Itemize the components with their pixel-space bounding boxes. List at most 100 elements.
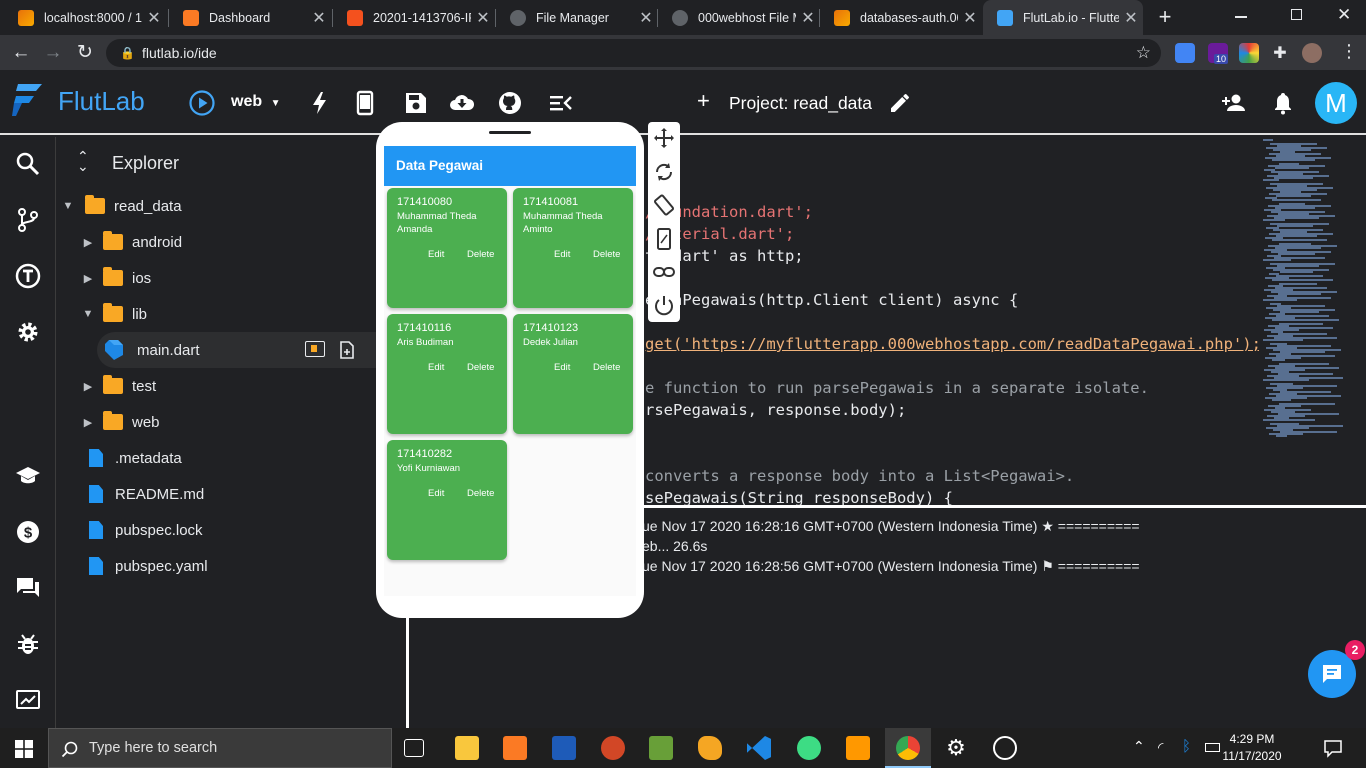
color-picker-extension-icon[interactable] [1239,43,1259,63]
close-icon[interactable]: ✕ [958,8,982,28]
settings-gear-icon[interactable] [14,318,42,346]
battery-icon[interactable] [1205,743,1220,752]
close-icon[interactable]: ✕ [796,8,820,28]
profile-avatar[interactable] [1302,43,1322,63]
device-frame-icon[interactable] [652,227,676,251]
window-close-icon[interactable]: ✕ [1337,5,1351,25]
tree-item-read-data[interactable]: ▼ read_data [57,188,407,224]
word-icon[interactable] [552,736,576,760]
edit-button[interactable]: Edit [428,488,444,499]
tree-item-readme[interactable]: README.md [57,476,407,512]
file-explorer-icon[interactable] [455,736,479,760]
browser-tab-localhost[interactable]: localhost:8000 / 1.. ✕ [4,0,166,35]
code-minimap[interactable] [1259,137,1366,505]
add-person-icon[interactable] [1221,90,1247,116]
testing-t-icon[interactable] [14,262,42,290]
dbeaver-icon[interactable] [698,736,722,760]
employee-card[interactable]: 171410080 Muhammad Theda Amanda Edit Del… [387,188,507,308]
move-arrows-icon[interactable] [652,126,676,150]
delete-button[interactable]: Delete [593,249,620,260]
tree-item-web[interactable]: ▶ web [57,404,407,440]
edit-button[interactable]: Edit [428,362,444,373]
windows-start-icon[interactable] [15,740,33,758]
taskbar-clock[interactable]: 4:29 PM 11/17/2020 [1222,731,1282,765]
close-icon[interactable]: ✕ [471,8,495,28]
taskbar-search-input[interactable]: Type here to search [48,728,392,768]
vscode-icon[interactable] [747,736,771,760]
lightning-hot-reload-icon[interactable] [307,90,333,116]
sublime-text-icon[interactable] [846,736,870,760]
tree-item-android[interactable]: ▶ android [57,224,407,260]
minimize-icon[interactable] [1235,16,1247,18]
tree-item-lib[interactable]: ▼ lib [57,296,407,332]
collapse-expand-icon[interactable]: ⌃ ⌄ [77,149,89,173]
user-avatar[interactable]: M [1315,82,1357,124]
employee-card[interactable]: 171410282 Yofi Kurniawan Edit Delete [387,440,507,560]
close-icon[interactable]: ✕ [142,8,166,28]
browser-tab-file-manager[interactable]: File Manager ✕ [496,0,658,35]
task-view-icon[interactable] [404,739,424,757]
add-icon[interactable]: + [697,88,710,114]
edit-pencil-icon[interactable] [888,91,912,115]
cloud-download-icon[interactable] [449,90,475,116]
close-icon[interactable]: ✕ [634,8,658,28]
tree-item-metadata[interactable]: .metadata [57,440,407,476]
school-cap-icon[interactable] [14,462,42,490]
browser-tab-databases[interactable]: databases-auth.00 ✕ [820,0,982,35]
link-icon[interactable] [652,260,676,284]
source-control-branch-icon[interactable] [14,206,42,234]
dollar-billing-icon[interactable]: $ [14,518,42,546]
reload-icon[interactable]: ↻ [72,40,98,66]
browser-tab-20201[interactable]: 20201-1413706-IF ✕ [333,0,495,35]
forward-arrow-icon[interactable]: → [40,40,66,66]
employee-card[interactable]: 171410123 Dedek Julian Edit Delete [513,314,633,434]
extensions-puzzle-icon[interactable]: ✚ [1270,43,1290,63]
chevron-up-icon[interactable]: ⌃ [1133,738,1145,755]
employee-card[interactable]: 171410116 Aris Budiman Edit Delete [387,314,507,434]
lambda-app-icon[interactable] [649,736,673,760]
image-file-action-icon[interactable] [305,341,325,357]
bluetooth-icon[interactable]: ᛒ [1182,738,1191,755]
browser-tab-000webhost[interactable]: 000webhost File M ✕ [658,0,820,35]
restore-icon[interactable] [1291,9,1302,20]
obs-icon[interactable] [993,736,1017,760]
chrome-menu-icon[interactable]: ⋮ [1340,41,1358,62]
cast-screen-icon[interactable] [14,686,42,714]
employee-card[interactable]: 171410081 Muhammad Theda Aminto Edit Del… [513,188,633,308]
tree-item-test[interactable]: ▶ test [57,368,407,404]
browser-tab-flutlab[interactable]: FlutLab.io - Flutter ✕ [983,0,1143,35]
android-studio-icon[interactable] [797,736,821,760]
save-icon[interactable] [403,90,429,116]
edit-button[interactable]: Edit [428,249,444,260]
settings-gear-icon[interactable]: ⚙ [944,736,968,760]
notification-bell-icon[interactable] [1270,90,1296,116]
wifi-icon[interactable]: ◜ [1158,739,1163,756]
tree-item-pubspec-yaml[interactable]: pubspec.yaml [57,548,407,584]
edit-button[interactable]: Edit [554,362,570,373]
extension-badge-icon[interactable]: 10 [1208,43,1229,64]
xampp-icon[interactable] [503,736,527,760]
bug-debug-icon[interactable] [14,630,42,658]
platform-select[interactable]: web ▼ [231,93,280,111]
delete-button[interactable]: Delete [467,249,494,260]
forum-chat-icon[interactable] [14,574,42,602]
extension-s-icon[interactable] [1175,43,1195,63]
taskbar-chrome-active[interactable] [885,728,931,768]
github-icon[interactable] [497,90,523,116]
edit-button[interactable]: Edit [554,249,570,260]
search-icon[interactable] [14,150,42,178]
screen-rotation-icon[interactable] [652,193,676,217]
back-arrow-icon[interactable]: ← [8,40,34,66]
tree-item-main-dart[interactable]: main.dart [97,332,417,368]
rotate-refresh-icon[interactable] [652,160,676,184]
notification-center-icon[interactable] [1323,738,1343,758]
browser-tab-dashboard[interactable]: Dashboard ✕ [169,0,331,35]
run-play-icon[interactable] [189,90,215,116]
menu-collapse-icon[interactable] [548,90,574,116]
delete-button[interactable]: Delete [467,488,494,499]
phone-device-icon[interactable] [352,90,378,116]
tree-item-pubspec-lock[interactable]: pubspec.lock [57,512,407,548]
new-file-action-icon[interactable] [337,340,357,360]
power-icon[interactable] [652,294,676,318]
bookmark-star-icon[interactable]: ☆ [1136,39,1151,67]
